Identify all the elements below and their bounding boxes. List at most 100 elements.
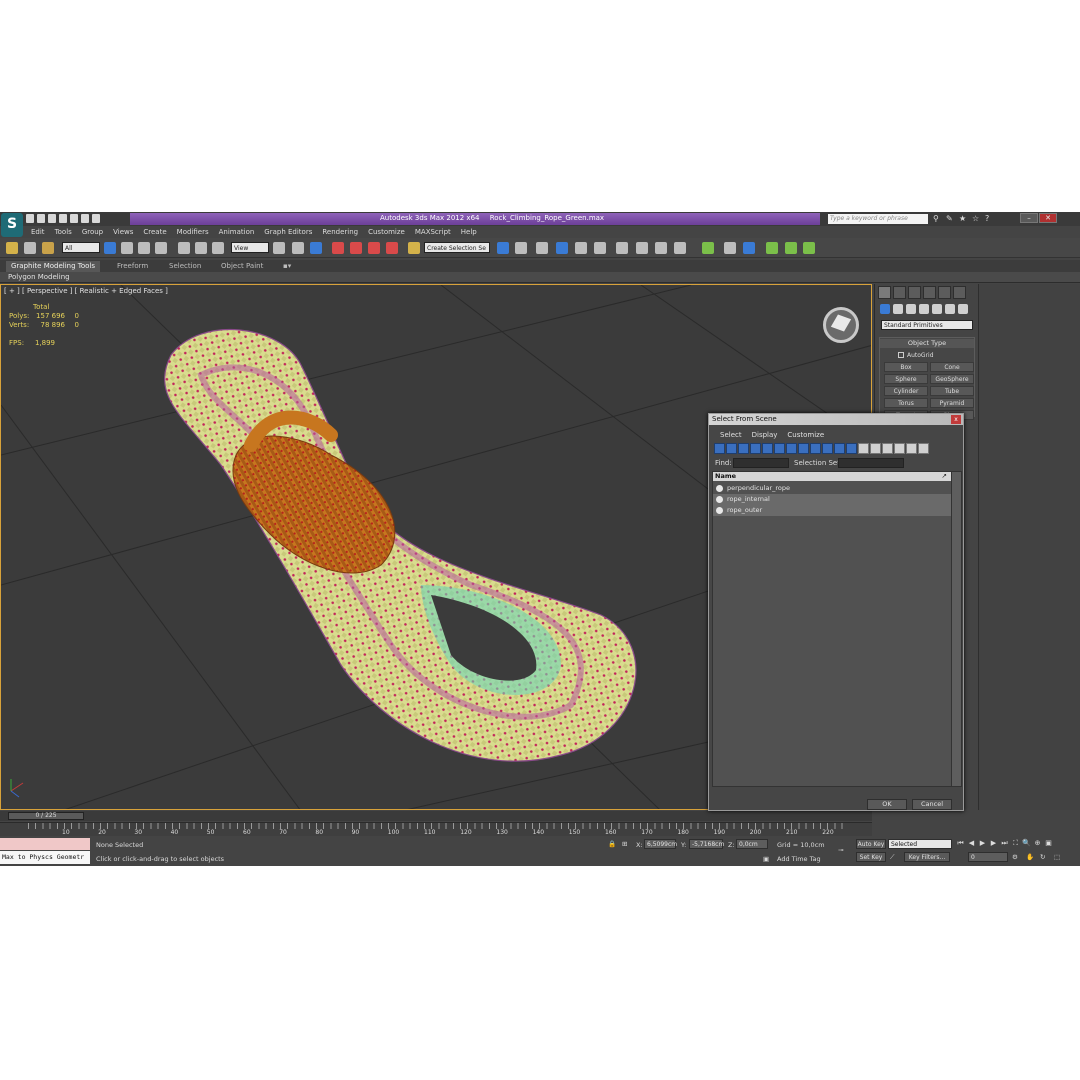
absolute-mode-icon[interactable]: ⊞ (622, 840, 627, 848)
named-selection-dropdown[interactable]: Create Selection Se (424, 242, 490, 253)
geosphere-button[interactable]: GeoSphere (930, 374, 974, 384)
selection-set-tools[interactable] (907, 458, 947, 468)
time-slider-knob[interactable]: 0 / 225 (8, 812, 84, 820)
dialog-close-button[interactable]: x (951, 415, 961, 424)
key-filters-button[interactable]: Key Filters... (904, 852, 950, 862)
simulate-icon[interactable] (766, 242, 778, 254)
select-object-icon[interactable] (104, 242, 116, 254)
scale-icon[interactable] (212, 242, 224, 254)
display-frozen-icon[interactable] (834, 443, 845, 454)
zoom-extents-icon[interactable]: ⛶ (1011, 839, 1020, 848)
set-key-button[interactable]: Set Key (856, 852, 886, 862)
redo-icon[interactable] (70, 214, 78, 223)
go-to-end-icon[interactable]: ⏭ (1000, 839, 1009, 848)
manipulate-icon[interactable] (292, 242, 304, 254)
bind-space-warp-icon[interactable] (42, 242, 54, 254)
menu-animation[interactable]: Animation (214, 226, 260, 238)
graphite-toggle-icon[interactable] (556, 242, 568, 254)
ref-coord-dropdown[interactable]: View (231, 242, 269, 253)
edit-named-selection-icon[interactable] (408, 242, 420, 254)
dialog-title[interactable]: Select From Scene (709, 414, 963, 425)
lock-icon[interactable]: 🔒 (608, 840, 616, 848)
find-input[interactable] (733, 458, 789, 468)
undo-icon[interactable] (59, 214, 67, 223)
list-item[interactable]: rope_outer (713, 505, 951, 516)
rectangular-selection-icon[interactable] (138, 242, 150, 254)
percent-snap-icon[interactable] (368, 242, 380, 254)
new-file-icon[interactable] (26, 214, 34, 223)
cylinder-button[interactable]: Cylinder (884, 386, 928, 396)
key-filter-icon[interactable]: ⟋ (890, 853, 895, 862)
modify-tab-icon[interactable] (893, 286, 906, 299)
favorites-icon[interactable]: ☆ (972, 214, 980, 223)
box-button[interactable]: Box (884, 362, 928, 372)
zoom-icon[interactable]: 🔍 (1022, 839, 1031, 848)
pivot-center-icon[interactable] (273, 242, 285, 254)
minimize-button[interactable]: – (1020, 213, 1038, 223)
rendered-frame-window-icon[interactable] (655, 242, 667, 254)
autogrid-checkbox[interactable]: AutoGrid (898, 352, 934, 359)
display-space-warps-icon[interactable] (774, 443, 785, 454)
help-icon[interactable]: ? (985, 214, 993, 223)
maximize-viewport-icon[interactable]: ⬚ (1054, 853, 1060, 861)
communication-icon[interactable]: ★ (959, 214, 967, 223)
subscription-icon[interactable]: ✎ (946, 214, 954, 223)
viewcube[interactable] (823, 307, 859, 343)
lights-icon[interactable] (906, 304, 916, 314)
window-crossing-icon[interactable] (155, 242, 167, 254)
menu-modifiers[interactable]: Modifiers (172, 226, 214, 238)
space-warps-icon[interactable] (945, 304, 955, 314)
time-slider[interactable]: 0 / 225 (0, 811, 872, 821)
spinner-snap-icon[interactable] (386, 242, 398, 254)
hierarchy-tab-icon[interactable] (908, 286, 921, 299)
display-all-icon[interactable] (858, 443, 869, 454)
set-key-icon[interactable]: ⊸ (838, 846, 843, 854)
close-button[interactable]: ✕ (1039, 213, 1057, 223)
go-to-start-icon[interactable]: ⏮ (956, 839, 965, 848)
render-production-icon[interactable] (674, 242, 686, 254)
dialog-menu-customize[interactable]: Customize (782, 429, 829, 441)
frame-icon[interactable]: ▣ (1044, 839, 1053, 848)
object-type-header[interactable]: Object Type (880, 339, 974, 348)
select-by-name-icon[interactable] (121, 242, 133, 254)
render-setup-icon[interactable] (636, 242, 648, 254)
pyramid-button[interactable]: Pyramid (930, 398, 974, 408)
display-hidden-icon[interactable] (846, 443, 857, 454)
geometry-icon[interactable] (880, 304, 890, 314)
zoom-all-icon[interactable]: ⊕ (1033, 839, 1042, 848)
list-item[interactable]: rope_internal (713, 494, 951, 505)
cone-button[interactable]: Cone (930, 362, 974, 372)
list-item[interactable]: perpendicular_rope (713, 483, 951, 494)
auto-key-button[interactable]: Auto Key (856, 839, 886, 849)
hold-icon[interactable] (81, 214, 89, 223)
app-logo-button[interactable]: S (1, 213, 23, 237)
x-coordinate-field[interactable]: 6,5099cm (644, 839, 677, 849)
y-coordinate-field[interactable]: -5,7168cm (689, 839, 724, 849)
utilities-tab-icon[interactable] (953, 286, 966, 299)
menu-rendering[interactable]: Rendering (317, 226, 363, 238)
key-mode-dropdown[interactable]: Selected (888, 839, 952, 849)
binoculars-icon[interactable]: ⚲ (933, 214, 941, 223)
material-editor-icon[interactable] (616, 242, 628, 254)
menu-views[interactable]: Views (108, 226, 138, 238)
tab-graphite-modeling-tools[interactable]: Graphite Modeling Tools (6, 261, 101, 272)
info-center-search[interactable]: Type a keyword or phrase (828, 214, 928, 224)
menu-customize[interactable]: Customize (363, 226, 410, 238)
add-time-tag-button[interactable]: Add Time Tag (777, 855, 821, 863)
maxscript-listener-top[interactable] (0, 838, 90, 850)
selection-set-dropdown[interactable] (838, 458, 904, 468)
menu-tools[interactable]: Tools (50, 226, 77, 238)
reset-simulation-icon[interactable] (803, 242, 815, 254)
previous-frame-icon[interactable]: ◀ (967, 839, 976, 848)
dialog-menu-select[interactable]: Select (715, 429, 747, 441)
unlink-icon[interactable] (24, 242, 36, 254)
display-geometry-icon[interactable] (714, 443, 725, 454)
display-tab-icon[interactable] (938, 286, 951, 299)
viewport-label[interactable]: [ + ] [ Perspective ] [ Realistic + Edge… (4, 287, 168, 295)
display-invert-icon[interactable] (882, 443, 893, 454)
display-shapes-icon[interactable] (726, 443, 737, 454)
primitive-category-dropdown[interactable]: Standard Primitives (881, 320, 973, 330)
next-frame-icon[interactable]: ▶ (989, 839, 998, 848)
create-tab-icon[interactable] (878, 286, 891, 299)
layer-manager-icon[interactable] (536, 242, 548, 254)
